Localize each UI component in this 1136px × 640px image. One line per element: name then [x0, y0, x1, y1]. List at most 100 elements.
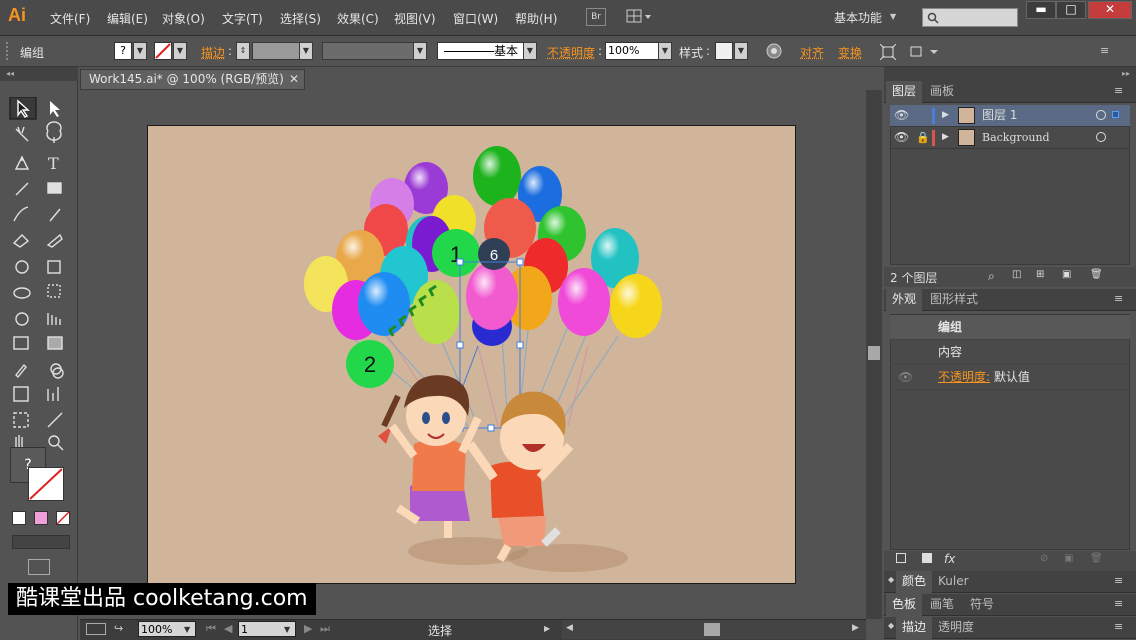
add-fill-icon[interactable]	[922, 553, 932, 563]
clipping-mask-icon[interactable]: ◫	[1012, 269, 1021, 280]
gradient-mode-button[interactable]	[34, 511, 48, 525]
tab-symbols[interactable]: 符号	[964, 594, 1000, 616]
tab-color[interactable]: 颜色	[896, 571, 933, 593]
stroke-dropdown[interactable]: ▼	[173, 42, 187, 60]
opacity-input[interactable]: 100%	[605, 42, 659, 60]
graphic-style-swatch[interactable]	[715, 42, 733, 60]
scroll-right-icon[interactable]: ▶	[852, 623, 859, 633]
zoom-dropdown-icon[interactable]: ▼	[184, 625, 190, 634]
fill-swatch[interactable]: ?	[114, 42, 132, 60]
swatches-panel-menu-icon[interactable]: ≡	[1114, 597, 1123, 610]
current-tool-status[interactable]: 选择	[428, 622, 452, 639]
menu-select[interactable]: 选择(S)	[280, 10, 321, 27]
add-stroke-icon[interactable]	[896, 553, 906, 563]
brush-definition[interactable]: 基本	[437, 42, 537, 60]
lock-icon[interactable]: 🔒	[916, 127, 930, 148]
tab-appearance[interactable]: 外观	[886, 289, 923, 311]
stroke-weight-dropdown[interactable]: ▼	[299, 42, 313, 60]
vertical-scrollbar[interactable]	[866, 90, 882, 619]
appearance-opacity-row[interactable]: 👁 不透明度: 默认值	[890, 365, 1130, 390]
maximize-button[interactable]: □	[1056, 1, 1086, 19]
stroke-label[interactable]: 描边	[201, 44, 225, 61]
tab-artboards[interactable]: 画板	[924, 81, 960, 103]
visibility-eye-icon[interactable]: 👁	[894, 105, 909, 126]
share-icon[interactable]: ↪	[114, 622, 123, 635]
next-artboard-icon[interactable]: ▶	[304, 622, 312, 635]
tab-kuler[interactable]: Kuler	[932, 571, 975, 593]
selection-options-icon[interactable]	[910, 44, 940, 60]
delete-item-icon[interactable]: 🗑	[1090, 553, 1103, 564]
artboard-dropdown-icon[interactable]: ▼	[284, 625, 290, 634]
menu-effect[interactable]: 效果(C)	[337, 10, 379, 27]
workspace-switcher[interactable]: 基本功能	[834, 9, 882, 26]
menu-file[interactable]: 文件(F)	[50, 10, 90, 27]
opacity-label[interactable]: 不透明度	[547, 44, 595, 61]
horizontal-scrollbar[interactable]: ◀ ▶	[562, 620, 866, 639]
fill-dropdown[interactable]: ▼	[133, 42, 147, 60]
menu-object[interactable]: 对象(O)	[162, 10, 205, 27]
bridge-button[interactable]: Br	[586, 8, 606, 26]
close-window-button[interactable]: ✕	[1088, 1, 1132, 19]
appearance-group-row[interactable]: 编组	[890, 315, 1130, 340]
panel-menu-icon[interactable]: ≡	[1100, 44, 1109, 57]
menu-edit[interactable]: 编辑(E)	[107, 10, 148, 27]
dock-header[interactable]: ▸▸	[884, 67, 1136, 81]
last-artboard-icon[interactable]: ⏭	[320, 622, 330, 636]
visibility-eye-icon[interactable]: 👁	[898, 365, 913, 389]
clear-appearance-icon[interactable]: ⊘	[1040, 553, 1048, 564]
tab-transparency[interactable]: 透明度	[932, 617, 980, 639]
layer-row-1[interactable]: 👁 ▶ 图层 1	[890, 105, 1130, 127]
drawing-modes[interactable]	[12, 535, 70, 549]
stroke-swatch[interactable]	[154, 42, 172, 60]
tab-swatches[interactable]: 色板	[886, 594, 923, 616]
layer-name[interactable]: Background	[982, 127, 1050, 148]
layer-row-2[interactable]: 👁 🔒 ▶ Background	[890, 127, 1130, 149]
recolor-artwork-icon[interactable]	[766, 43, 782, 59]
layer-name[interactable]: 图层 1	[982, 105, 1017, 126]
first-artboard-icon[interactable]: ⏮	[206, 622, 216, 636]
stroke-panel-menu-icon[interactable]: ≡	[1114, 620, 1123, 633]
target-icon[interactable]	[1096, 110, 1106, 120]
new-layer-icon[interactable]: ▣	[1062, 269, 1071, 280]
none-mode-button[interactable]	[56, 511, 70, 525]
visibility-eye-icon[interactable]: 👁	[894, 127, 909, 148]
add-effect-icon[interactable]: fx	[944, 552, 955, 566]
tab-graphic-styles[interactable]: 图形样式	[924, 289, 984, 311]
stroke-indicator[interactable]	[28, 467, 64, 501]
document-tab[interactable]: Work145.ai* @ 100% (RGB/预览) ✕	[80, 69, 305, 90]
minimize-button[interactable]: ▬	[1026, 1, 1056, 19]
menu-window[interactable]: 窗口(W)	[453, 10, 498, 27]
stroke-weight-stepper[interactable]: ⇕	[236, 42, 250, 60]
screen-mode-button[interactable]	[28, 559, 50, 575]
menu-view[interactable]: 视图(V)	[394, 10, 436, 27]
collapse-icon[interactable]: ◆	[888, 621, 894, 630]
menu-type[interactable]: 文字(T)	[222, 10, 263, 27]
tab-brushes[interactable]: 画笔	[924, 594, 960, 616]
variable-width-profile[interactable]	[322, 42, 414, 60]
search-input[interactable]	[922, 8, 1018, 27]
color-panel-menu-icon[interactable]: ≡	[1114, 574, 1123, 587]
balloon-artwork[interactable]: 1 2 6	[148, 126, 796, 584]
appearance-opacity-link[interactable]: 不透明度:	[938, 370, 990, 384]
tab-stroke[interactable]: 描边	[896, 617, 933, 639]
expand-arrow-icon[interactable]: ▶	[942, 105, 949, 126]
appearance-content-row[interactable]: 内容	[890, 340, 1130, 365]
duplicate-item-icon[interactable]: ▣	[1064, 553, 1073, 564]
color-mode-button[interactable]	[12, 511, 26, 525]
transform-link[interactable]: 变换	[838, 44, 862, 61]
new-sublayer-icon[interactable]: ⊞	[1036, 269, 1044, 280]
previous-artboard-icon[interactable]: ◀	[224, 622, 232, 635]
collapse-icon[interactable]: ◆	[888, 575, 894, 584]
close-tab-icon[interactable]: ✕	[289, 70, 299, 89]
grip-icon[interactable]	[6, 42, 10, 60]
layers-panel-menu-icon[interactable]: ≡	[1114, 84, 1123, 97]
expand-arrow-icon[interactable]: ▶	[942, 127, 949, 148]
menu-help[interactable]: 帮助(H)	[515, 10, 557, 27]
brush-dropdown[interactable]: ▼	[523, 42, 537, 60]
status-menu-icon[interactable]: ▶	[544, 624, 550, 633]
tab-layers[interactable]: 图层	[886, 81, 923, 103]
delete-layer-icon[interactable]: 🗑	[1090, 269, 1103, 280]
selection-indicator[interactable]	[1112, 111, 1119, 118]
isolate-group-icon[interactable]	[879, 43, 897, 61]
artboard[interactable]: 1 2 6	[147, 125, 796, 584]
